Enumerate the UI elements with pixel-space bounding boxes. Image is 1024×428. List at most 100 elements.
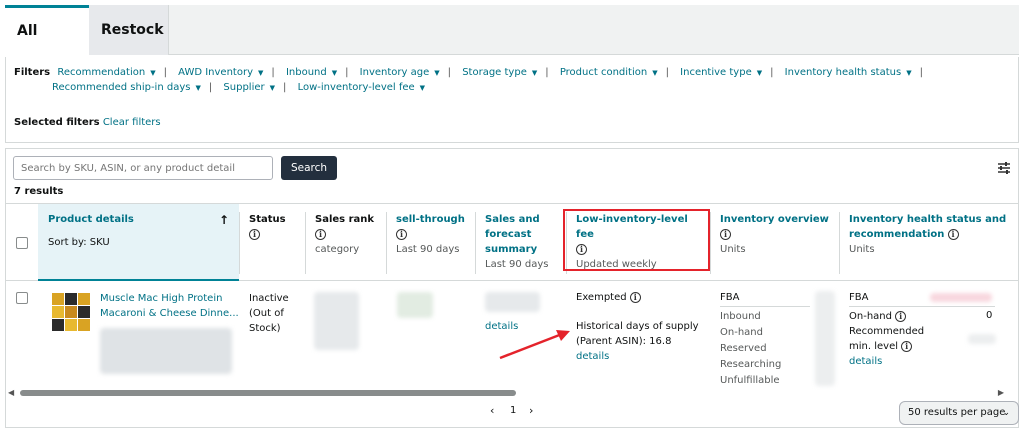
- column-title: summary: [485, 244, 538, 255]
- next-page-icon[interactable]: ›: [529, 404, 533, 417]
- inventory-overview-cell: FBA Inbound On-hand Reserved Researching…: [720, 290, 810, 389]
- table-header: Product details Sort by: SKU ↑ Status i …: [6, 203, 1018, 281]
- health-details-link[interactable]: details: [849, 354, 995, 369]
- scroll-left-icon: ◀: [8, 388, 15, 397]
- filter-supplier[interactable]: Supplier ▼: [223, 82, 275, 93]
- column-sales-rank[interactable]: Sales rank i category: [305, 204, 386, 281]
- caret-down-icon: ▼: [269, 84, 275, 92]
- fba-label: FBA: [720, 290, 810, 307]
- caret-down-icon: ▼: [906, 69, 912, 77]
- search-input[interactable]: [13, 156, 273, 180]
- annotation-highlight-box: [563, 209, 710, 271]
- info-icon[interactable]: i: [720, 228, 731, 240]
- column-inventory-health[interactable]: Inventory health status and recommendati…: [839, 204, 1018, 281]
- info-icon[interactable]: i: [315, 228, 326, 240]
- header-checkbox-cell: [6, 204, 38, 281]
- column-sell-through[interactable]: sell-through i Last 90 days: [386, 204, 475, 281]
- filter-low-inventory-level-fee[interactable]: Low-inventory-level fee ▼: [298, 82, 426, 93]
- scroll-right-icon: ▶: [997, 388, 1004, 397]
- column-title: forecast: [485, 229, 532, 240]
- inventory-line: Researching: [720, 359, 782, 370]
- info-icon[interactable]: i: [947, 228, 959, 240]
- clear-filters-link[interactable]: Clear filters: [103, 117, 161, 128]
- column-subtitle: Last 90 days: [396, 244, 460, 255]
- filters-label: Filters: [14, 67, 51, 78]
- inventory-line: Unfulfillable: [720, 375, 780, 386]
- settings-sliders-icon[interactable]: [996, 160, 1012, 176]
- column-title: Inventory overview: [720, 214, 829, 225]
- fee-status: Exempted i: [576, 290, 641, 305]
- redacted-recommended-value: [968, 334, 996, 344]
- recommended-label: min. level: [849, 341, 898, 352]
- filters-row-2: Recommended ship-in days ▼ | Supplier ▼ | Lo…: [52, 82, 426, 93]
- historical-days-of-supply: Historical days of supply (Parent ASIN):…: [576, 321, 699, 347]
- caret-down-icon: ▼: [756, 69, 763, 77]
- redacted-product-detail: [100, 328, 232, 374]
- filter-inbound[interactable]: Inbound ▼: [286, 67, 337, 78]
- sort-by-label: Sort by: SKU: [48, 237, 110, 248]
- caret-down-icon: ▼: [531, 69, 538, 77]
- pagination: ‹ 1 ›: [486, 404, 542, 420]
- fee-details-link[interactable]: details: [576, 349, 609, 364]
- column-status[interactable]: Status i: [239, 204, 305, 281]
- chevron-down-icon: ⌄: [1002, 408, 1010, 418]
- column-product-details[interactable]: Product details Sort by: SKU ↑: [38, 204, 239, 281]
- per-page-value: 50 results per page: [908, 407, 1006, 418]
- scrollbar-thumb[interactable]: [20, 390, 516, 396]
- tab-restock[interactable]: Restock: [89, 5, 169, 55]
- page-number[interactable]: 1: [510, 405, 516, 416]
- column-inventory-overview[interactable]: Inventory overview i Units: [710, 204, 839, 281]
- filter-awd-inventory[interactable]: AWD Inventory ▼: [178, 67, 263, 78]
- column-subtitle: Units: [849, 244, 875, 255]
- caret-down-icon: ▼: [652, 69, 658, 77]
- column-title: Product details: [48, 214, 134, 225]
- column-sales-forecast[interactable]: Sales and forecast summary Last 90 days: [475, 204, 566, 281]
- redacted-sell-through: [397, 292, 433, 318]
- redacted-sales-rank: [314, 292, 359, 350]
- column-subtitle: Last 90 days: [485, 259, 549, 270]
- filters-row-1: Filters Recommendation ▼ | AWD Inventory ▼ |…: [14, 67, 923, 78]
- onhand-value: 0: [986, 310, 993, 321]
- status-value: Inactive (Out of Stock): [249, 293, 289, 334]
- results-count: 7 results: [14, 186, 64, 197]
- column-subtitle: category: [315, 244, 360, 255]
- filter-incentive-type[interactable]: Incentive type ▼: [680, 67, 762, 78]
- caret-down-icon: ▼: [331, 69, 338, 77]
- filter-recommendation[interactable]: Recommendation ▼: [57, 67, 155, 78]
- filters-panel: Filters Recommendation ▼ | AWD Inventory ▼ |…: [5, 57, 1019, 143]
- filter-storage-type[interactable]: Storage type ▼: [462, 67, 537, 78]
- redacted-health-status: [930, 293, 992, 302]
- info-icon[interactable]: i: [895, 310, 907, 322]
- info-icon[interactable]: i: [629, 291, 641, 303]
- filter-inventory-health-status[interactable]: Inventory health status ▼: [785, 67, 912, 78]
- caret-down-icon: ▼: [419, 84, 426, 92]
- column-title: Inventory health status and: [849, 214, 1007, 225]
- prev-page-icon[interactable]: ‹: [490, 404, 494, 417]
- column-subtitle: Units: [720, 244, 746, 255]
- horizontal-scrollbar[interactable]: ◀ ▶: [6, 389, 1018, 397]
- inventory-line: On-hand: [720, 327, 763, 338]
- column-title: Sales and: [485, 214, 540, 225]
- filter-product-condition[interactable]: Product condition ▼: [560, 67, 658, 78]
- search-button[interactable]: Search: [281, 156, 337, 180]
- caret-down-icon: ▼: [257, 69, 264, 77]
- sort-up-arrow-icon[interactable]: ↑: [219, 213, 229, 228]
- inventory-line: Inbound: [720, 311, 761, 322]
- tab-all-skus[interactable]: All SKUs: [5, 5, 89, 85]
- info-icon[interactable]: i: [396, 228, 407, 240]
- results-per-page-select[interactable]: 50 results per page ⌄: [899, 401, 1019, 425]
- product-thumbnail[interactable]: [50, 291, 92, 333]
- tab-bar: All SKUs Restock: [5, 5, 1019, 85]
- select-all-checkbox[interactable]: [16, 237, 28, 249]
- product-name-link[interactable]: Muscle Mac High Protein Macaroni & Chees…: [100, 291, 239, 321]
- caret-down-icon: ▼: [195, 84, 201, 92]
- annotation-arrow: [499, 330, 570, 360]
- info-icon[interactable]: i: [901, 340, 913, 352]
- filter-inventory-age[interactable]: Inventory age ▼: [360, 67, 440, 78]
- info-icon[interactable]: i: [249, 228, 260, 240]
- filter-recommended-ship-in-days[interactable]: Recommended ship-in days ▼: [52, 82, 201, 93]
- row-checkbox[interactable]: [16, 292, 28, 304]
- redacted-inventory-values: [815, 291, 835, 386]
- selected-filters-label: Selected filters: [14, 117, 100, 128]
- column-title: Sales rank: [315, 214, 375, 225]
